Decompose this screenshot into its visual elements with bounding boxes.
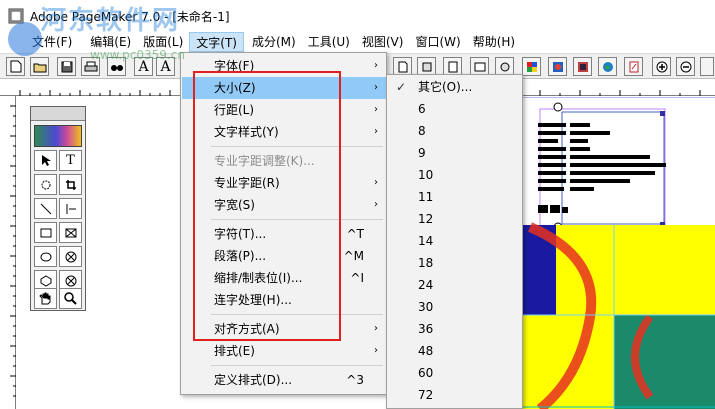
size-item-48[interactable]: 48	[388, 340, 522, 362]
size-item-6[interactable]: 6	[388, 98, 522, 120]
tool-palette-titlebar[interactable]	[31, 107, 85, 121]
crop-tool-icon[interactable]	[59, 174, 82, 195]
rectangle-frame-tool-icon[interactable]	[59, 222, 82, 243]
text-menu-dropdown: 字体(F) › 大小(Z) › 行距(L) › 文字样式(Y) › 专业字距调整(K).…	[180, 52, 387, 395]
menu-view[interactable]: 视图(V)	[356, 32, 410, 52]
submenu-arrow-icon: ›	[374, 177, 378, 188]
ellipse-frame-tool-icon[interactable]	[59, 246, 82, 267]
picture-icon[interactable]	[573, 57, 592, 76]
watermark-logo-icon	[8, 22, 42, 56]
color-palette-icon[interactable]	[522, 57, 541, 76]
font-a-icon[interactable]: A	[134, 57, 153, 76]
menu-help[interactable]: 帮助(H)	[467, 32, 521, 52]
globe-icon[interactable]	[598, 57, 617, 76]
menu-window[interactable]: 窗口(W)	[409, 32, 466, 52]
submenu-arrow-icon: ›	[374, 104, 378, 115]
size-item-60[interactable]: 60	[388, 362, 522, 384]
text-tool-icon[interactable]: T	[59, 150, 82, 171]
submenu-arrow-icon: ›	[374, 60, 378, 71]
check-icon: ✓	[396, 80, 407, 94]
window-title: Adobe PageMaker 7.0 - [未命名-1]	[30, 9, 230, 24]
menu-item-paragraph[interactable]: 段落(P)... ^M	[182, 245, 386, 267]
menu-layout[interactable]: 版面(L)	[137, 32, 189, 52]
submenu-arrow-icon: ›	[374, 345, 378, 356]
rectangle-tool-icon[interactable]	[34, 222, 57, 243]
menu-item-define-styles[interactable]: 定义排式(D)... ^3	[182, 369, 386, 391]
menu-item-expert-kerning: 专业字距调整(K)...	[214, 154, 315, 168]
zoom-out-icon[interactable]	[676, 57, 695, 76]
rotate-tool-icon[interactable]	[34, 174, 57, 195]
menu-item-type-style[interactable]: 文字样式(Y) ›	[182, 121, 386, 143]
zoom-in-icon[interactable]	[652, 57, 671, 76]
size-item-72[interactable]: 72	[388, 384, 522, 406]
print-icon[interactable]	[81, 57, 100, 76]
menu-element[interactable]: 成分(M)	[246, 32, 302, 52]
new-document-icon[interactable]	[6, 57, 25, 76]
menu-bar: 文件(F) 编辑(E) 版面(L) 文字(T) 成分(M) 工具(U) 视图(V…	[0, 32, 715, 52]
size-item-18[interactable]: 18	[388, 252, 522, 274]
size-item-10[interactable]: 10	[388, 164, 522, 186]
size-item-8[interactable]: 8	[388, 120, 522, 142]
document-page[interactable]	[520, 96, 715, 409]
size-item-9[interactable]: 9	[388, 142, 522, 164]
open-folder-icon[interactable]	[30, 57, 49, 76]
find-icon[interactable]	[107, 57, 126, 76]
size-item-11[interactable]: 11	[388, 186, 522, 208]
title-bar: Adobe PageMaker 7.0 - [未命名-1]	[0, 0, 715, 32]
menu-item-style[interactable]: 排式(E) ›	[182, 340, 386, 362]
menu-item-size[interactable]: 大小(Z) ›	[182, 77, 386, 99]
menu-item-leading[interactable]: 行距(L) ›	[182, 99, 386, 121]
size-item-24[interactable]: 24	[388, 274, 522, 296]
menu-separator	[211, 146, 383, 147]
pointer-tool-icon[interactable]	[34, 150, 57, 171]
size-item-36[interactable]: 36	[388, 318, 522, 340]
hand-tool-icon[interactable]	[34, 288, 57, 309]
pdf-icon[interactable]	[624, 57, 643, 76]
font-a-italic-icon[interactable]: A	[156, 57, 175, 76]
menu-text[interactable]: 文字(T)	[189, 32, 244, 52]
ellipse-tool-icon[interactable]	[34, 246, 57, 267]
menu-item-character[interactable]: 字符(T)... ^T	[182, 223, 386, 245]
size-item-other[interactable]: ✓ 其它(O)...	[388, 76, 522, 98]
save-icon[interactable]	[57, 57, 76, 76]
constrained-line-tool-icon[interactable]	[59, 198, 82, 219]
menu-item-horizontal-scale[interactable]: 字宽(S) ›	[182, 194, 386, 216]
menu-utilities[interactable]: 工具(U)	[302, 32, 356, 52]
submenu-arrow-icon: ›	[374, 199, 378, 210]
menu-item-hyphenation[interactable]: 连字处理(H)...	[182, 289, 386, 311]
submenu-arrow-icon: ›	[374, 323, 378, 334]
tool-palette[interactable]: T	[30, 106, 86, 311]
menu-separator	[211, 314, 383, 315]
size-submenu: ✓ 其它(O)... 6 8 9 10 11 12 14 18 24 30 36…	[386, 74, 523, 409]
menu-edit[interactable]: 编辑(E)	[84, 32, 137, 52]
menu-separator	[211, 365, 383, 366]
menu-item-alignment[interactable]: 对齐方式(A) ›	[182, 318, 386, 340]
zoom-tool-icon[interactable]	[59, 288, 82, 309]
menu-separator	[211, 219, 383, 220]
vertical-ruler[interactable]	[0, 96, 16, 409]
line-tool-icon[interactable]	[34, 198, 57, 219]
submenu-arrow-icon: ›	[374, 126, 378, 137]
size-item-12[interactable]: 12	[388, 208, 522, 230]
menu-item-track[interactable]: 专业字距(R) ›	[182, 172, 386, 194]
submenu-arrow-icon: ›	[374, 82, 378, 93]
size-item-30[interactable]: 30	[388, 296, 522, 318]
size-item-14[interactable]: 14	[388, 230, 522, 252]
menu-item-font[interactable]: 字体(F) ›	[182, 55, 386, 77]
toolbar-more-icon[interactable]	[700, 57, 714, 76]
image-icon[interactable]	[548, 57, 567, 76]
menu-item-indents-tabs[interactable]: 缩排/制表位(I)... ^I	[182, 267, 386, 289]
tool-palette-preview	[34, 125, 82, 147]
